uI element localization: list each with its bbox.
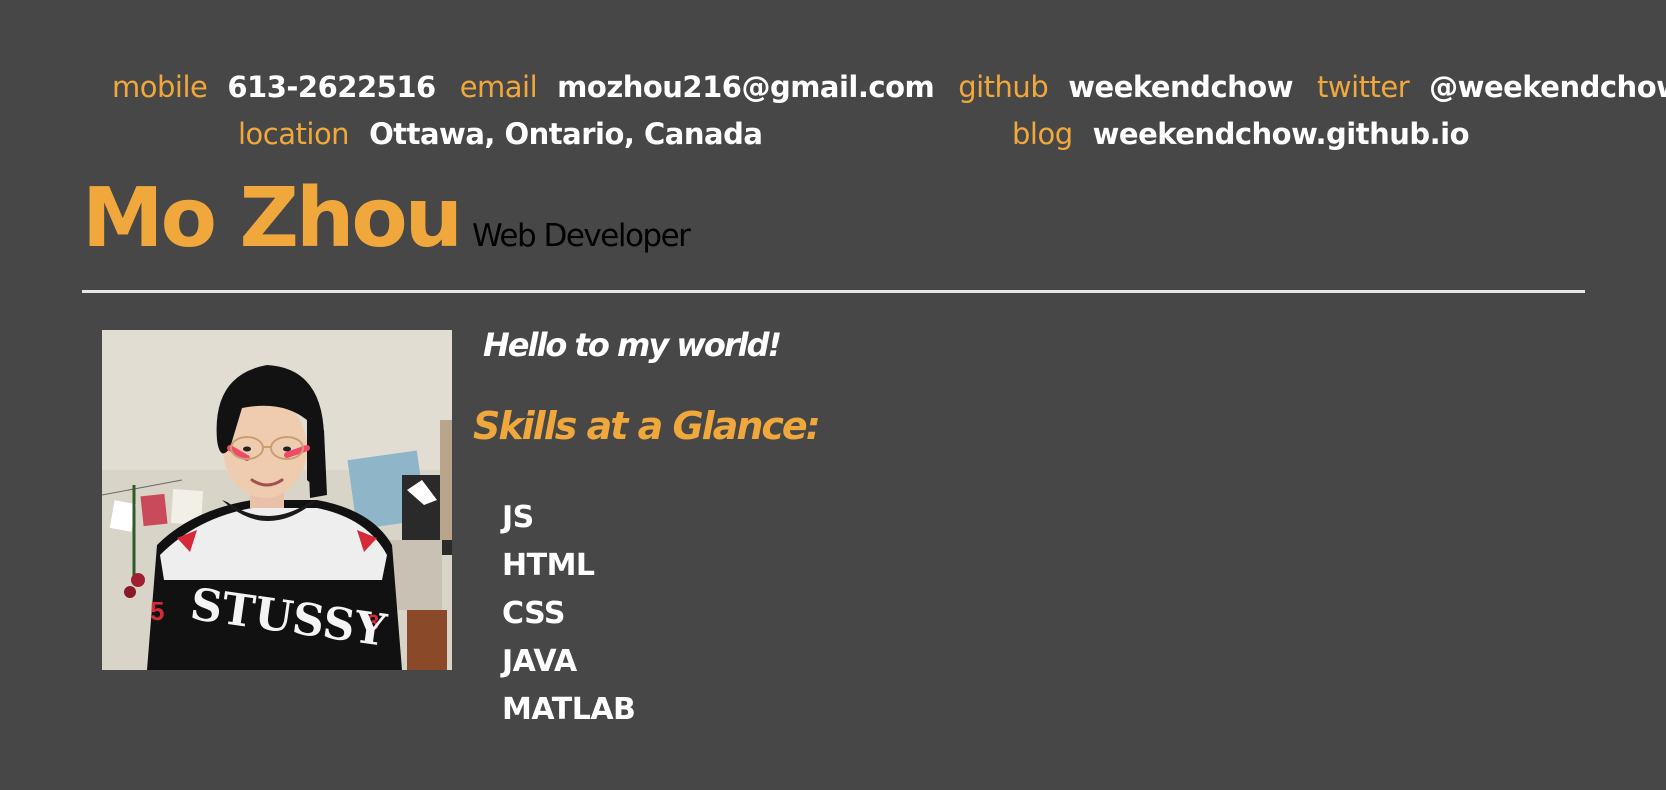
mobile-label: mobile [112,70,208,104]
blog-link[interactable]: weekendchow.github.io [1093,120,1470,149]
skill-item-java: JAVA [502,644,577,679]
mobile-value: 613-2622516 [227,70,436,104]
email-link[interactable]: mozhou216@gmail.com [557,73,935,102]
skill-item-css: CSS [502,596,565,631]
twitter-label: twitter [1317,70,1410,104]
skills-list: JS HTML CSS JAVA MATLAB [502,494,636,734]
blog-label: blog [1012,117,1073,151]
contact-row-location: location Ottawa, Ontario, Canada [238,117,763,151]
contact-row-blog: blog weekendchow.github.io [1012,117,1470,151]
skill-item-matlab: MATLAB [502,692,636,727]
page-title: Mo Zhou Web Developer [82,171,691,266]
email-label: email [459,70,538,104]
github-label: github [958,70,1049,104]
skills-heading: Skills at a Glance: [473,404,821,448]
profile-photo: 5 3 STUSSY [102,330,452,670]
location-label: location [238,117,350,151]
location-value: Ottawa, Ontario, Canada [369,117,763,151]
skill-item-html: HTML [502,548,595,583]
greeting-text: Hello to my world! [483,326,782,364]
job-title: Web Developer [472,218,691,254]
twitter-link[interactable]: @weekendchow [1429,73,1666,102]
svg-text:5: 5 [150,596,164,626]
contact-row-primary: mobile 613-2622516 email mozhou216@gmail… [112,73,1666,102]
skill-item-js: JS [502,500,534,535]
person-name: Mo Zhou [82,171,463,266]
header-divider [82,290,1585,293]
github-link[interactable]: weekendchow [1068,73,1293,102]
